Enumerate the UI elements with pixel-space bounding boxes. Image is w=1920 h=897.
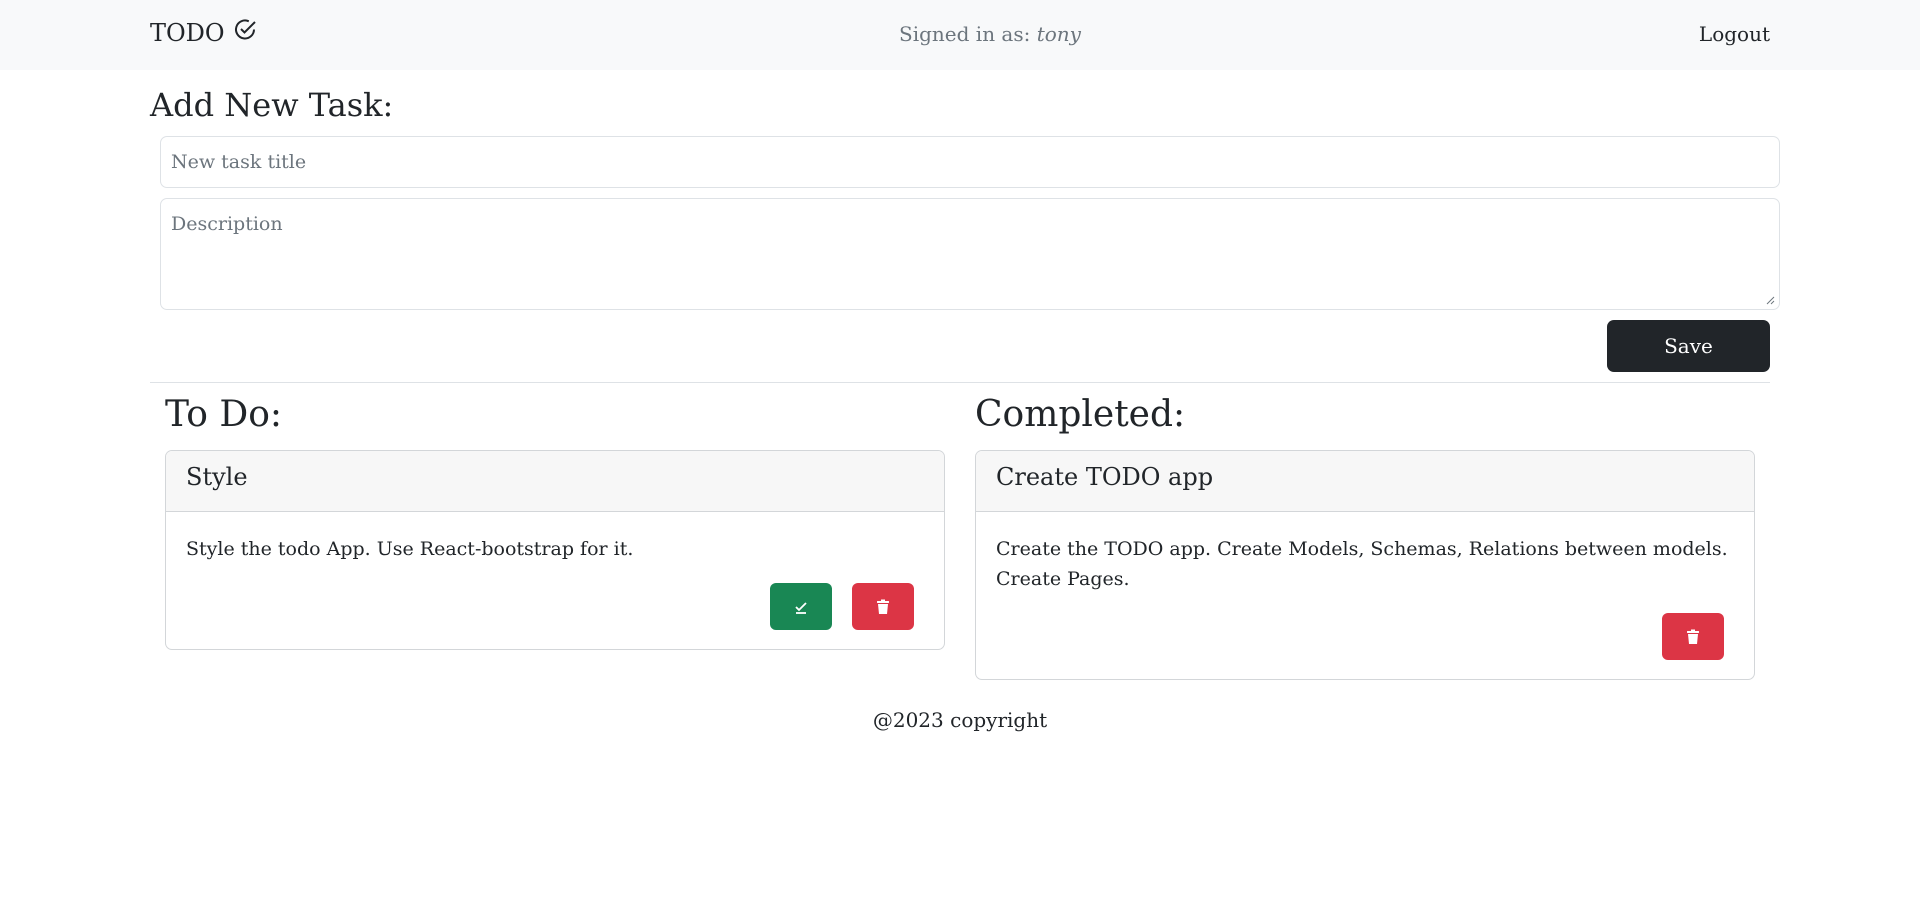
trash-icon: [877, 599, 889, 614]
signed-in-label: Signed in as:: [899, 22, 1031, 46]
save-button[interactable]: Save: [1607, 320, 1770, 372]
completed-card-title: Create TODO app: [976, 451, 1754, 512]
delete-task-button[interactable]: [852, 583, 914, 630]
add-task-heading: Add New Task:: [150, 86, 394, 124]
task-description-textarea[interactable]: Description: [160, 198, 1780, 310]
todo-heading: To Do:: [165, 394, 282, 435]
resize-handle-icon[interactable]: [1765, 295, 1775, 305]
todo-card-title: Style: [166, 451, 944, 512]
completed-card-description: Create the TODO app. Create Models, Sche…: [996, 538, 1728, 590]
completed-heading: Completed:: [975, 394, 1186, 435]
todo-card: Style Style the todo App. Use React-boot…: [165, 450, 945, 650]
footer: @2023 copyright: [872, 708, 1048, 732]
completed-card: Create TODO app Create the TODO app. Cre…: [975, 450, 1755, 680]
trash-icon: [1687, 629, 1699, 644]
description-placeholder: Description: [171, 213, 283, 235]
username: tony: [1036, 22, 1081, 46]
divider: [150, 382, 1770, 383]
todo-card-description: Style the todo App. Use React-bootstrap …: [186, 538, 634, 560]
logout-link[interactable]: Logout: [1699, 22, 1770, 46]
navbar: TODO Signed in as: tony Logout: [0, 0, 1920, 70]
signed-in-status: Signed in as: tony: [0, 22, 1920, 46]
complete-task-button[interactable]: [770, 583, 832, 630]
check-icon: [795, 601, 807, 614]
task-title-input[interactable]: New task title: [160, 136, 1780, 188]
delete-completed-button[interactable]: [1662, 613, 1724, 660]
